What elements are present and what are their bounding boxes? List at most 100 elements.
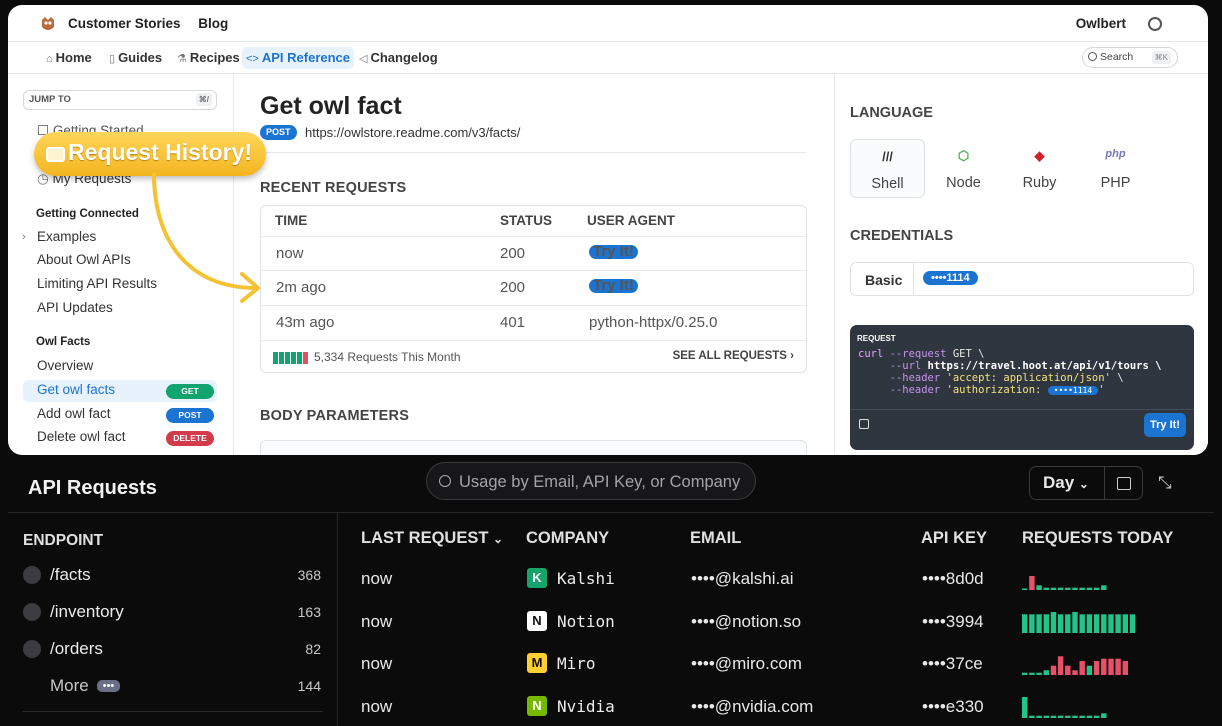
endpoint-checkbox[interactable] — [23, 566, 41, 584]
sparkline-bar — [1043, 614, 1049, 633]
credentials-heading: CREDENTIALS — [850, 228, 954, 244]
nav-customer-stories[interactable]: Customer Stories — [68, 16, 181, 31]
sidebar-item-examples[interactable]: Examples — [37, 229, 96, 244]
table-row[interactable]: now M Miro ••••@miro.com ••••37ce — [338, 643, 1214, 686]
brand-name[interactable]: Owlbert — [1076, 16, 1126, 31]
endpoint-name: /orders — [50, 639, 103, 658]
sidebar-item-delete-owl-fact[interactable]: Delete owl fact — [37, 429, 126, 444]
method-pill: POST — [260, 125, 297, 140]
company-logo-icon: K — [527, 568, 547, 588]
more-pill: ••• — [96, 680, 121, 692]
sidebar-item-about[interactable]: About Owl APIs — [37, 252, 131, 267]
last-request: now — [361, 654, 393, 673]
column-header: EMAIL — [690, 529, 742, 547]
language-php[interactable]: php PHP — [1078, 139, 1153, 198]
requests-today-sparkline — [1022, 612, 1136, 633]
ruby-icon: ◆ — [1034, 148, 1045, 163]
api-key: ••••8d0d — [922, 569, 984, 588]
endpoint-checkbox[interactable] — [23, 603, 41, 621]
tab-recipes[interactable]: ⚗ Recipes — [173, 47, 244, 69]
row-user-agent: python-httpx/0.25.0 — [589, 314, 718, 331]
more-label: More ••• — [50, 676, 121, 696]
table-row[interactable]: now N Nvidia ••••@nvidia.com ••••e330 — [338, 686, 1214, 726]
tab-label: Home — [55, 50, 92, 65]
owl-logo-icon[interactable] — [38, 14, 58, 34]
doc-search-input[interactable]: Search ⌘K — [1082, 47, 1178, 68]
company-logo-icon: N — [527, 696, 547, 716]
theme-toggle-icon[interactable] — [1148, 17, 1162, 31]
email: ••••@kalshi.ai — [691, 569, 794, 588]
row-status: 200 — [500, 279, 526, 296]
endpoint-filter-more[interactable]: More ••• 144 — [23, 675, 323, 697]
php-icon: php — [1105, 148, 1126, 160]
endpoint-checkbox[interactable] — [23, 640, 41, 658]
sparkline-bar — [1043, 670, 1049, 675]
tab-home[interactable]: ⌂ Home — [42, 47, 96, 69]
language-shell[interactable]: /// Shell — [850, 139, 925, 198]
try-it-button[interactable]: Try It! — [1144, 413, 1186, 437]
chevron-right-icon[interactable]: › — [22, 231, 26, 243]
api-key-pill[interactable]: ••••1114 — [923, 271, 978, 285]
callout-label: Request History! — [68, 139, 253, 165]
search-icon — [1088, 52, 1097, 61]
collapse-icon[interactable]: ⤡ — [1158, 473, 1172, 493]
endpoint-filter-orders[interactable]: /orders 82 — [23, 638, 323, 660]
sparkline-bar — [1086, 715, 1093, 718]
endpoint-filter-facts[interactable]: /facts 368 — [23, 564, 323, 586]
top-nav: Customer Stories Blog — [68, 16, 242, 31]
flask-icon: ⚗ — [177, 53, 187, 65]
endpoint-count: 144 — [297, 678, 321, 694]
table-row[interactable]: 2m ago 200 Try It! — [261, 270, 806, 304]
sparkline-bar — [1108, 614, 1114, 633]
code-icon: <> — [246, 53, 259, 65]
sparkline-bar — [1050, 665, 1057, 675]
table-row[interactable]: now K Kalshi ••••@kalshi.ai ••••8d0d — [338, 558, 1214, 601]
sparkline-bar — [1065, 715, 1071, 718]
tab-label: Changelog — [370, 50, 438, 65]
range-select[interactable]: Day ⌄ — [1029, 466, 1105, 500]
column-header-last-request[interactable]: LAST REQUEST ⌄ — [361, 529, 503, 548]
language-name: Node — [946, 175, 981, 191]
sidebar-item-add-owl-fact[interactable]: Add owl fact — [37, 406, 111, 421]
sparkline-bar — [1093, 715, 1100, 718]
sidebar-item-limiting[interactable]: Limiting API Results — [37, 276, 157, 291]
language-ruby[interactable]: ◆ Ruby — [1002, 139, 1077, 198]
calendar-button[interactable] — [1105, 466, 1143, 500]
language-node[interactable]: ⬡ Node — [926, 139, 1001, 198]
sparkline-bar — [1057, 715, 1064, 718]
column-header: USER AGENT — [587, 213, 676, 228]
monthly-status-bars — [273, 352, 308, 364]
sparkline-bar — [1079, 661, 1085, 675]
tab-changelog[interactable]: ◁ Changelog — [355, 47, 442, 69]
nav-blog[interactable]: Blog — [198, 16, 228, 31]
code-token: 'authorization: — [940, 384, 1048, 396]
tab-label: Recipes — [189, 50, 240, 65]
tab-api-reference[interactable]: <> API Reference — [242, 47, 355, 69]
search-placeholder: Usage by Email, API Key, or Company — [459, 473, 741, 491]
language-name: Shell — [871, 176, 904, 192]
endpoint-filter-inventory[interactable]: /inventory 163 — [23, 601, 323, 623]
request-code-block: REQUEST curl --request GET \ --url https… — [850, 325, 1194, 450]
see-all-requests-link[interactable]: SEE ALL REQUESTS › — [673, 350, 794, 362]
jump-to-input[interactable]: JUMP TO ⌘/ — [23, 90, 217, 110]
sparkline-bar — [1022, 614, 1028, 633]
credentials-field[interactable]: Basic ••••1114 — [850, 262, 1194, 296]
sparkline-bar — [1072, 715, 1078, 718]
table-row[interactable]: now 200 Try It! — [261, 236, 806, 270]
table-row[interactable]: 43m ago 401 python-httpx/0.25.0 — [261, 305, 806, 339]
table-row[interactable]: now N Notion ••••@notion.so ••••3994 — [338, 601, 1214, 644]
sparkline-bar — [1101, 713, 1107, 718]
sparkline-bar — [1043, 587, 1049, 590]
usage-search-input[interactable]: Usage by Email, API Key, or Company — [426, 462, 756, 500]
tab-guides[interactable]: ▯ Guides — [105, 47, 166, 69]
sparkline-bar — [1029, 672, 1035, 675]
table-footer: 5,334 Requests This Month SEE ALL REQUES… — [261, 340, 806, 372]
panel-title: API Requests — [28, 477, 157, 499]
chevron-down-icon: ⌄ — [1078, 477, 1089, 491]
sidebar-item-overview[interactable]: Overview — [37, 358, 93, 373]
sparkline-bar — [1072, 612, 1078, 633]
copy-icon[interactable] — [859, 419, 869, 429]
sidebar-item-get-owl-facts[interactable]: Get owl facts — [37, 382, 115, 397]
sidebar-item-updates[interactable]: API Updates — [37, 300, 113, 315]
sparkline-bar — [1122, 614, 1128, 633]
